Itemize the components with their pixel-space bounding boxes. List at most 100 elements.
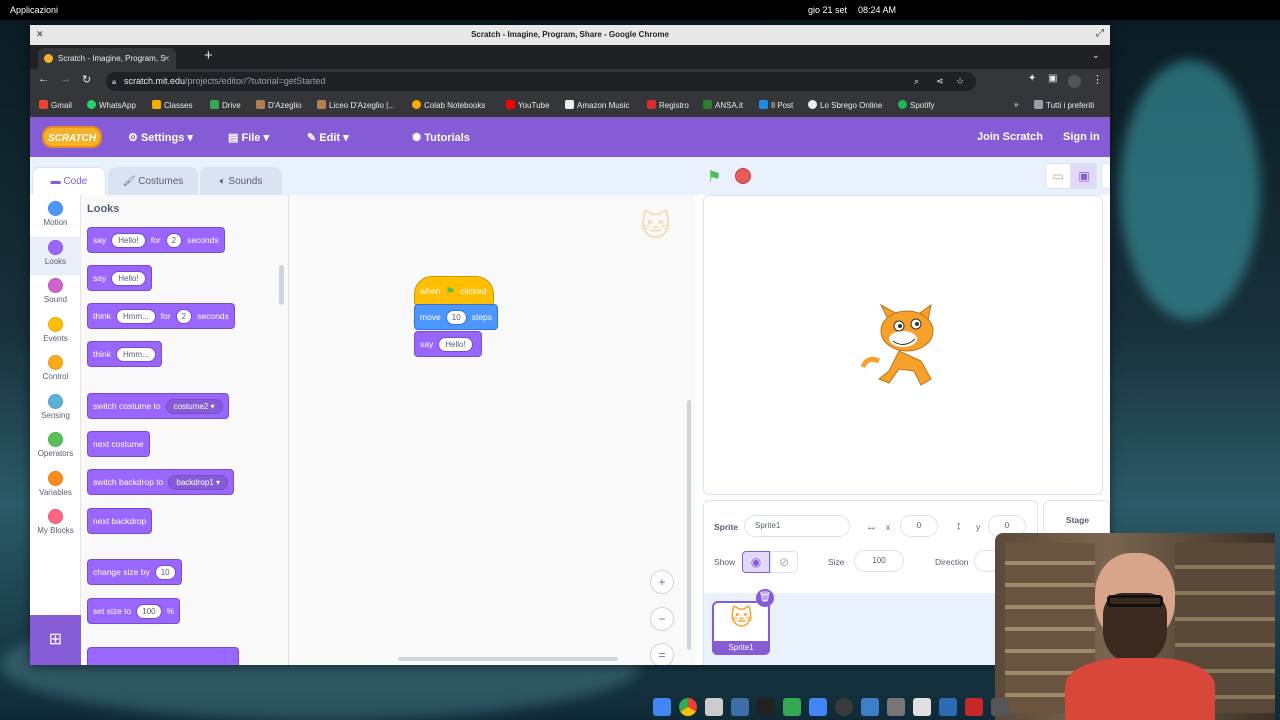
tab-code[interactable]: ▬ Code: [32, 167, 106, 195]
backdrop-dropdown[interactable]: backdrop1 ▾: [168, 474, 229, 490]
applications-menu[interactable]: Applicazioni: [10, 5, 58, 15]
green-flag-button[interactable]: ⚑: [707, 167, 721, 187]
block-next-costume[interactable]: next costume: [87, 431, 150, 457]
block-set-size[interactable]: set size to 100 %: [87, 598, 181, 624]
say-text-input[interactable]: Hello!: [111, 270, 146, 286]
scripts-vertical-scrollbar[interactable]: [687, 400, 691, 650]
screen-icon[interactable]: [731, 698, 749, 716]
bookmark-liceo[interactable]: Liceo D'Azeglio |...: [317, 100, 395, 110]
block-switch-backdrop[interactable]: switch backdrop to backdrop1 ▾: [87, 469, 235, 495]
block-say[interactable]: say Hello!: [414, 331, 482, 357]
size-set-input[interactable]: 100: [136, 603, 162, 619]
extensions-icon[interactable]: ✦: [1028, 73, 1036, 84]
reload-icon[interactable]: ↻: [82, 73, 91, 86]
join-scratch-link[interactable]: Join Scratch: [977, 131, 1043, 143]
cat-sprite-icon[interactable]: [859, 301, 949, 391]
block-next-backdrop[interactable]: next backdrop: [87, 508, 153, 534]
zoom-in-button[interactable]: +: [650, 570, 674, 594]
profile-avatar[interactable]: [1068, 75, 1081, 88]
bookmark-dazeglio[interactable]: D'Azeglio: [256, 100, 302, 110]
small-stage-button[interactable]: ▭: [1045, 163, 1071, 189]
app-icon[interactable]: [965, 698, 983, 716]
block-switch-costume[interactable]: switch costume to costume2 ▾: [87, 393, 229, 419]
tab-costumes[interactable]: 🖌︎ Costumes: [108, 167, 198, 195]
chrome-icon[interactable]: [679, 698, 697, 716]
category-control[interactable]: Control: [30, 355, 81, 391]
think-text-input[interactable]: Hmm...: [115, 346, 156, 362]
keyboard-icon[interactable]: [705, 698, 723, 716]
address-bar[interactable]: 🔒︎ scratch.mit.edu/projects/editor/?tuto…: [106, 72, 976, 91]
bookmark-sbrego[interactable]: Lo Sbrego Online: [808, 100, 882, 110]
chrome-menu-icon[interactable]: ⋮: [1092, 73, 1103, 86]
block-when-flag-clicked[interactable]: when ⚑ clicked: [414, 276, 494, 306]
say-text-input[interactable]: Hello!: [438, 336, 473, 352]
block-think[interactable]: think Hmm...: [87, 341, 162, 367]
maximize-icon[interactable]: ⤢: [1096, 28, 1104, 39]
bookmark-gmail[interactable]: Gmail: [39, 100, 72, 110]
bookmark-star-icon[interactable]: ☆: [956, 72, 964, 91]
size-input[interactable]: 100: [854, 550, 904, 572]
back-icon[interactable]: ←: [38, 73, 49, 85]
file-menu[interactable]: ▤ File ▾: [228, 131, 269, 144]
tutorials-menu[interactable]: ✺ Tutorials: [412, 131, 470, 144]
block-think-for-seconds[interactable]: think Hmm... for 2 seconds: [87, 303, 235, 329]
bookmark-classes[interactable]: Classes: [152, 100, 192, 110]
bookmark-registro[interactable]: Registro: [647, 100, 689, 110]
stage-canvas[interactable]: [703, 195, 1103, 495]
scratch-logo[interactable]: SCRATCH: [42, 126, 102, 148]
category-sensing[interactable]: Sensing: [30, 394, 81, 430]
side-panel-icon[interactable]: ▣: [1048, 73, 1057, 84]
spreadsheet-icon[interactable]: [783, 698, 801, 716]
bookmark-amazon-music[interactable]: Amazon Music: [565, 100, 629, 110]
document-icon[interactable]: [809, 698, 827, 716]
block-partial[interactable]: [87, 647, 239, 665]
category-looks[interactable]: Looks: [30, 237, 81, 275]
block-say-for-seconds[interactable]: say Hello! for 2 seconds: [87, 227, 225, 253]
bookmark-spotify[interactable]: Spotify: [898, 100, 934, 110]
edit-menu[interactable]: ✎ Edit ▾: [307, 131, 349, 144]
normal-stage-button[interactable]: ▣: [1071, 163, 1097, 189]
sign-in-link[interactable]: Sign in: [1063, 131, 1100, 143]
terminal-icon[interactable]: [757, 698, 775, 716]
x-input[interactable]: 0: [900, 515, 938, 537]
files-icon[interactable]: [653, 698, 671, 716]
app-icon[interactable]: [991, 698, 1009, 716]
say-seconds-input[interactable]: 2: [165, 232, 183, 248]
block-say[interactable]: say Hello!: [87, 265, 152, 291]
fullscreen-button[interactable]: ⤢: [1101, 163, 1110, 189]
folder-icon[interactable]: [887, 698, 905, 716]
category-variables[interactable]: Variables: [30, 471, 81, 507]
palette-scrollbar[interactable]: [279, 265, 284, 305]
block-move-steps[interactable]: move 10 steps: [414, 304, 498, 330]
steps-input[interactable]: 10: [445, 309, 467, 325]
scripts-horizontal-scrollbar[interactable]: [398, 657, 618, 661]
category-motion[interactable]: Motion: [30, 201, 81, 237]
add-extension-button[interactable]: ⊞: [30, 615, 81, 665]
sprite-name-input[interactable]: Sprite1: [744, 515, 850, 537]
browser-tab[interactable]: Scratch - Imagine, Program, S ✕: [38, 48, 176, 69]
size-change-input[interactable]: 10: [154, 564, 176, 580]
all-bookmarks[interactable]: Tutti i preferiti: [1034, 100, 1094, 110]
bookmark-youtube[interactable]: YouTube: [506, 100, 549, 110]
show-sprite-button[interactable]: ◉: [742, 551, 770, 573]
new-tab-icon[interactable]: +: [204, 47, 213, 64]
think-seconds-input[interactable]: 2: [175, 308, 193, 324]
block-change-size[interactable]: change size by 10: [87, 559, 182, 585]
tab-search-icon[interactable]: ⌄: [1092, 50, 1100, 61]
costume-dropdown[interactable]: costume2 ▾: [165, 398, 223, 414]
app-icon[interactable]: [861, 698, 879, 716]
category-events[interactable]: Events: [30, 317, 81, 353]
zoom-out-button[interactable]: −: [650, 607, 674, 631]
bookmark-ansa[interactable]: ANSA.it: [703, 100, 743, 110]
obs-icon[interactable]: [835, 698, 853, 716]
category-sound[interactable]: Sound: [30, 278, 81, 314]
close-tab-icon[interactable]: ✕: [163, 48, 170, 69]
bookmarks-overflow-icon[interactable]: »: [1014, 100, 1018, 109]
hide-sprite-button[interactable]: ⊘: [770, 551, 798, 573]
settings-menu[interactable]: ⚙ Settings ▾: [128, 131, 193, 144]
forward-icon[interactable]: →: [60, 73, 71, 85]
share-icon[interactable]: ⋖: [936, 72, 944, 91]
bookmark-colab[interactable]: Colab Notebooks: [412, 100, 485, 110]
app-icon[interactable]: [939, 698, 957, 716]
stop-button[interactable]: [735, 168, 751, 184]
